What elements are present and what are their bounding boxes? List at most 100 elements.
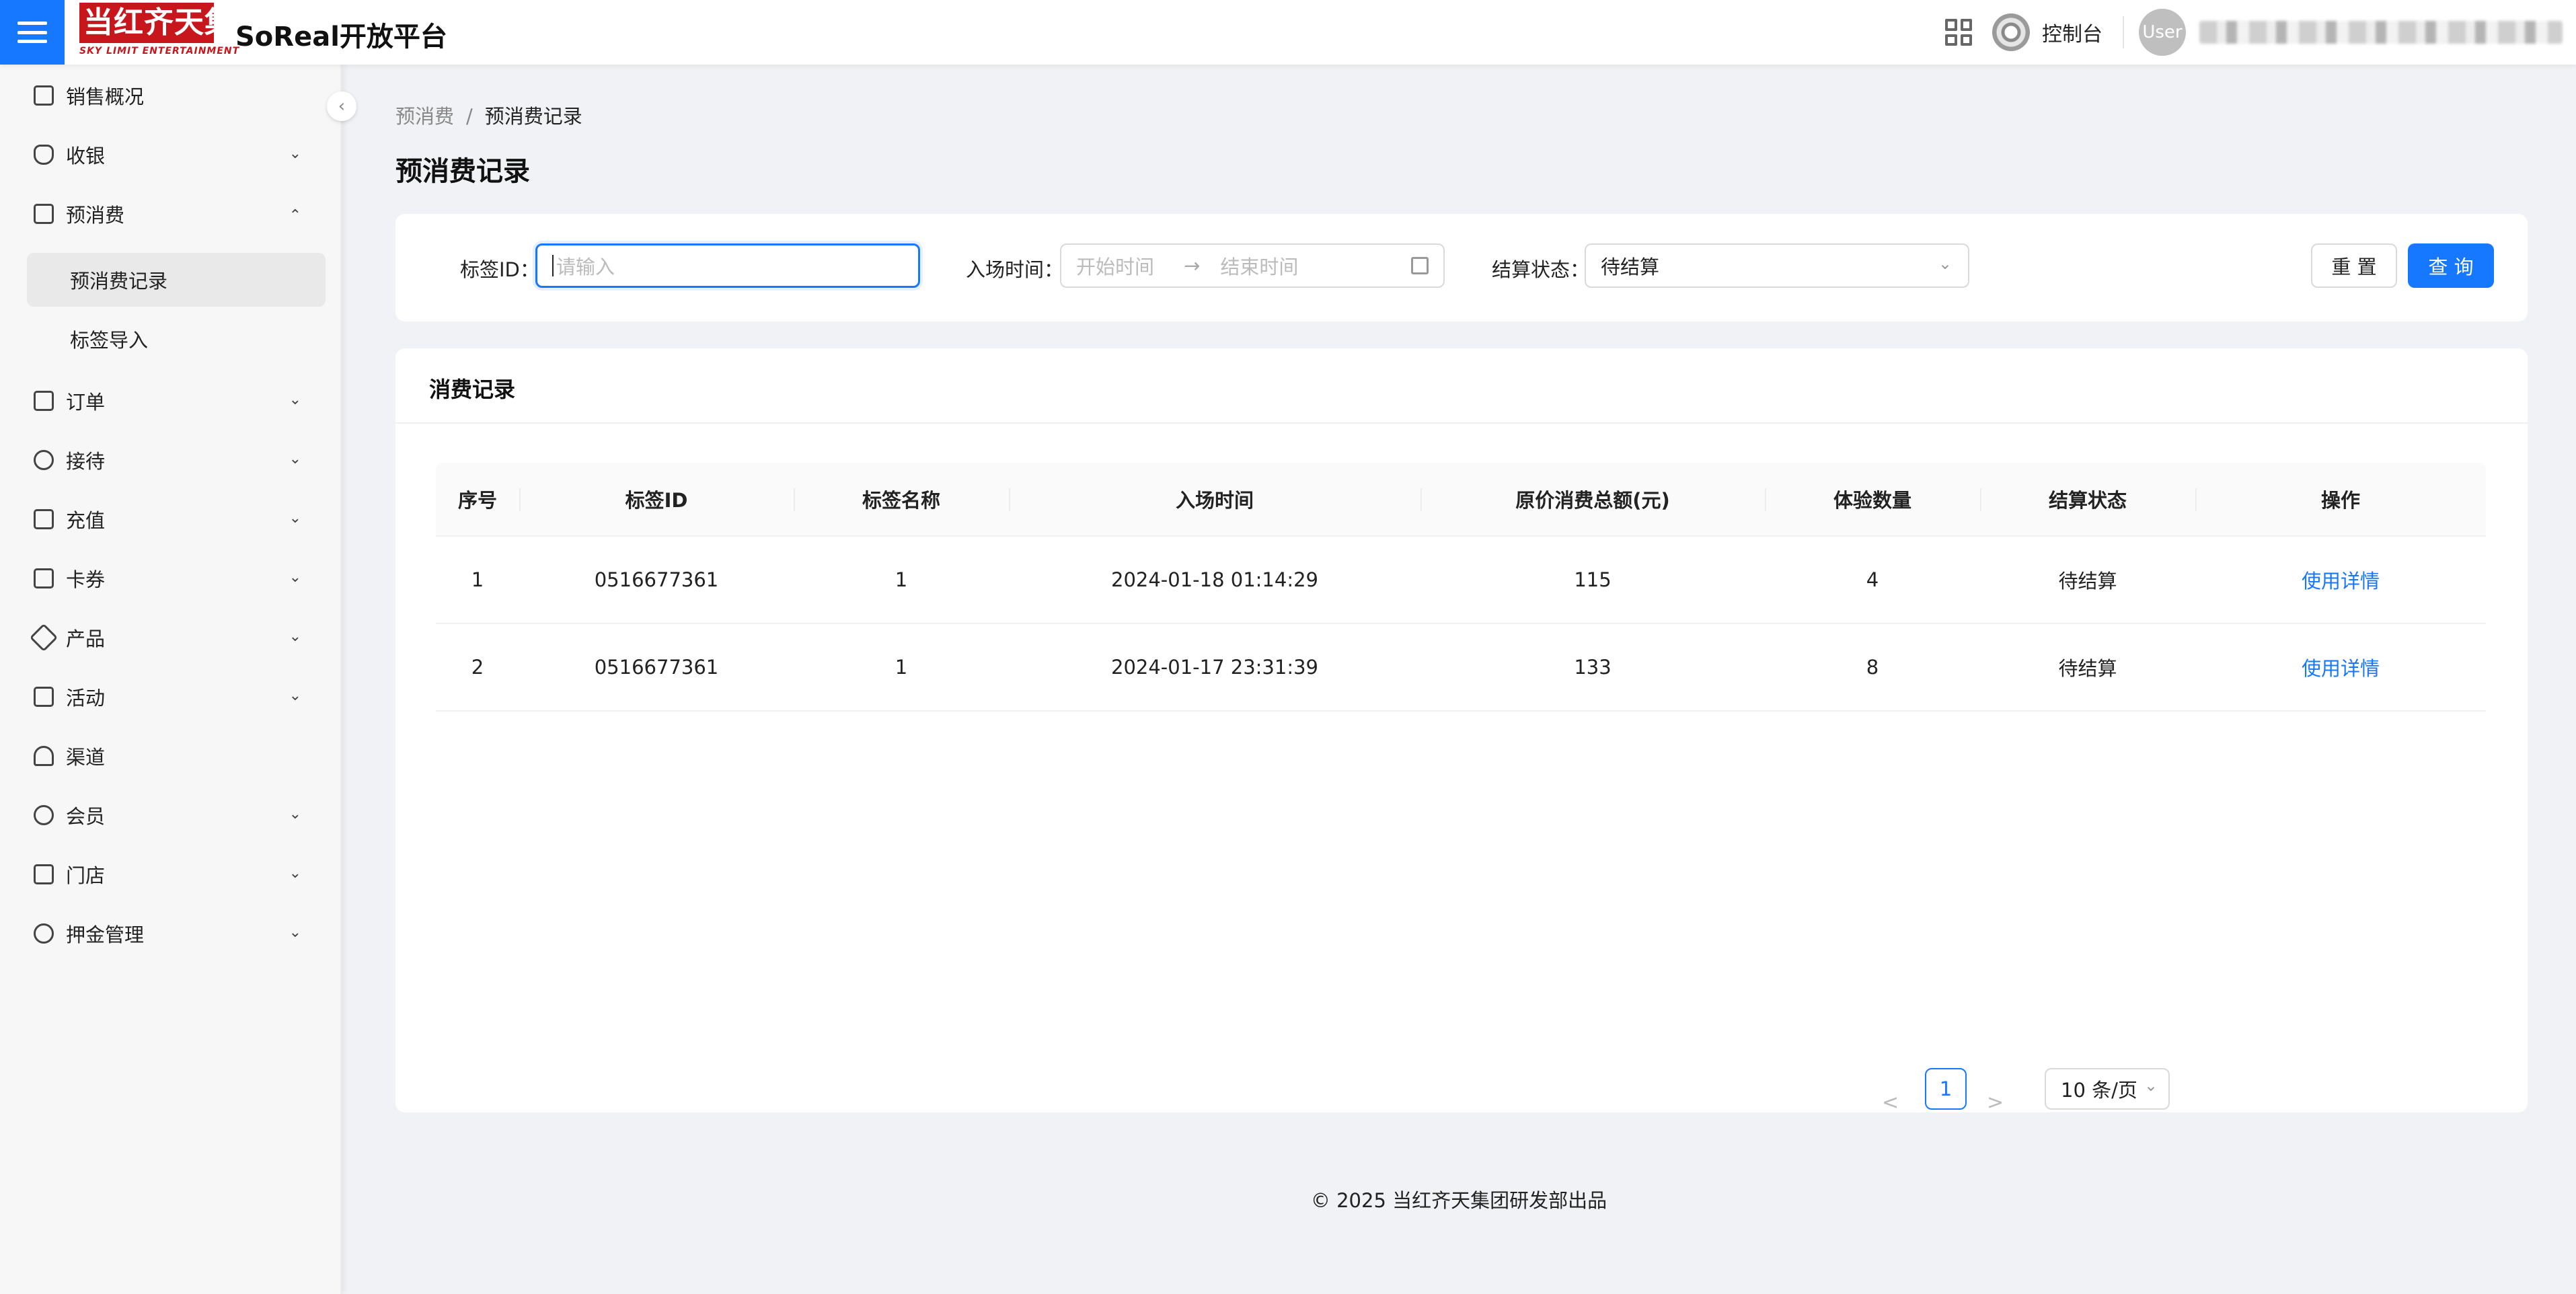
logo-subtitle: SKY LIMIT ENTERTAINMENT <box>79 46 240 56</box>
column-header: 结算状态 <box>1980 463 2195 535</box>
folder-open-icon <box>34 204 54 224</box>
column-header: 体验数量 <box>1765 463 1980 535</box>
header-actions: 控制台 User <box>1945 0 2576 65</box>
cell-amount: 115 <box>1574 568 1612 591</box>
cell-tag-name: 1 <box>895 656 908 679</box>
end-time-input[interactable]: 结束时间 <box>1220 252 1298 280</box>
blurred-username <box>2199 21 2563 44</box>
entry-time-label: 入场时间： <box>966 258 1064 281</box>
records-table: 序号 标签ID 标签名称 入场时间 原价消费总额(元) 体验数量 结算状态 操作… <box>436 463 2486 712</box>
cell-quantity: 4 <box>1866 568 1879 591</box>
sidebar-item-label: 预消费 <box>66 204 125 227</box>
header-divider <box>2123 16 2124 48</box>
prev-page-button[interactable]: < <box>1882 1091 1899 1114</box>
arrow-right-icon: → <box>1184 254 1201 277</box>
table-header: 序号 标签ID 标签名称 入场时间 原价消费总额(元) 体验数量 结算状态 操作 <box>436 463 2486 537</box>
chevron-down-icon: ⌄ <box>289 510 301 527</box>
sidebar-item-activities[interactable]: 活动 ⌄ <box>0 673 342 721</box>
page-title: 预消费记录 <box>395 156 530 187</box>
sidebar-item-label: 会员 <box>66 805 106 828</box>
tag-id-label: 标签ID： <box>460 258 539 281</box>
sidebar-item-coupons[interactable]: 卡券 ⌄ <box>0 554 342 603</box>
sidebar-item-label: 销售概况 <box>66 85 145 108</box>
text-caret <box>552 255 554 276</box>
cell-index: 2 <box>471 656 484 679</box>
tag-id-input[interactable]: 请输入 <box>535 243 920 288</box>
activity-icon <box>34 687 54 707</box>
column-header: 标签名称 <box>794 463 1009 535</box>
menu-toggle-button[interactable] <box>0 0 65 65</box>
breadcrumb-current: 预消费记录 <box>484 105 582 128</box>
sidebar-item-sales-overview[interactable]: 销售概况 <box>0 71 342 120</box>
breadcrumb-parent[interactable]: 预消费 <box>395 105 454 128</box>
sidebar-item-reception[interactable]: 接待 ⌄ <box>0 436 342 484</box>
file-icon <box>34 391 54 411</box>
sidebar-item-pre-consumption[interactable]: 预消费 ⌃ <box>0 190 342 238</box>
reset-button[interactable]: 重 置 <box>2311 243 2397 288</box>
user-menu[interactable]: User <box>2139 9 2576 56</box>
cell-entry-time: 2024-01-17 23:31:39 <box>1111 656 1318 679</box>
calendar-icon <box>1411 257 1429 274</box>
next-page-button[interactable]: > <box>1987 1091 2004 1114</box>
channel-icon <box>34 746 54 766</box>
status-select[interactable]: 待结算 ⌄ <box>1585 243 1969 288</box>
chevron-down-icon: ⌄ <box>289 924 301 941</box>
chevron-down-icon: ⌄ <box>289 628 301 645</box>
table-row: 1 0516677361 1 2024-01-18 01:14:29 115 4… <box>436 537 2486 624</box>
console-button[interactable]: 控制台 <box>1992 13 2103 51</box>
sidebar-item-label: 押金管理 <box>66 923 145 946</box>
sidebar-item-label: 门店 <box>66 864 106 887</box>
cell-entry-time: 2024-01-18 01:14:29 <box>1111 568 1318 591</box>
sidebar-item-channels[interactable]: 渠道 <box>0 732 342 780</box>
top-header: 当红齐天集团 SKY LIMIT ENTERTAINMENT SoReal开放平… <box>0 0 2576 65</box>
usage-detail-link[interactable]: 使用详情 <box>2302 653 2380 681</box>
query-button[interactable]: 查 询 <box>2408 243 2494 288</box>
sidebar-item-recharge[interactable]: 充值 ⌄ <box>0 495 342 543</box>
company-logo[interactable]: 当红齐天集团 SKY LIMIT ENTERTAINMENT <box>79 3 240 61</box>
sidebar-item-label: 活动 <box>66 687 106 710</box>
chevron-down-icon: ⌄ <box>289 687 301 704</box>
cell-status: 待结算 <box>2058 570 2117 593</box>
sidebar-item-label: 订单 <box>66 391 106 414</box>
deposit-icon <box>34 923 54 944</box>
card-divider <box>395 422 2528 424</box>
sidebar-item-label: 收银 <box>66 145 106 167</box>
page-1-button[interactable]: 1 <box>1925 1068 1967 1110</box>
chevron-down-icon: ⌄ <box>289 569 301 586</box>
sidebar-item-stores[interactable]: 门店 ⌄ <box>0 850 342 899</box>
sidebar-item-orders[interactable]: 订单 ⌄ <box>0 377 342 425</box>
usage-detail-link[interactable]: 使用详情 <box>2302 566 2380 594</box>
tag-id-placeholder: 请输入 <box>556 256 615 278</box>
member-icon <box>34 805 54 825</box>
hamburger-icon <box>17 22 47 43</box>
breadcrumb-separator: / <box>466 105 473 128</box>
chevron-down-icon: ⌄ <box>2144 1076 2158 1095</box>
console-label: 控制台 <box>2042 23 2103 46</box>
chevron-down-icon: ⌄ <box>289 391 301 408</box>
console-icon <box>1992 13 2030 51</box>
sidebar-item-members[interactable]: 会员 ⌄ <box>0 791 342 839</box>
records-card: 消费记录 序号 标签ID 标签名称 入场时间 原价消费总额(元) 体验数量 结算… <box>395 348 2528 1114</box>
sidebar-item-cashier[interactable]: 收银 ⌄ <box>0 130 342 179</box>
sidebar-collapse-button[interactable]: ‹ <box>327 91 356 121</box>
sidebar-item-deposit[interactable]: 押金管理 ⌄ <box>0 909 342 958</box>
sidebar-subitem-tag-import[interactable]: 标签导入 <box>27 312 326 366</box>
page-size-value: 10 条/页 <box>2061 1079 2137 1102</box>
qrcode-icon[interactable] <box>1945 19 1972 46</box>
main-content: 预消费 / 预消费记录 预消费记录 标签ID： 请输入 入场时间： 开始时间 → 结… <box>342 65 2576 1294</box>
sidebar-item-label: 接待 <box>66 450 106 473</box>
sidebar-subitem-pre-consumption-records[interactable]: 预消费记录 <box>27 253 326 307</box>
chart-icon <box>34 85 54 106</box>
chevron-down-icon: ⌄ <box>289 865 301 882</box>
chevron-down-icon: ⌄ <box>289 451 301 467</box>
column-header: 入场时间 <box>1009 463 1420 535</box>
start-time-input[interactable]: 开始时间 <box>1076 252 1154 280</box>
entry-time-range-picker[interactable]: 开始时间 → 结束时间 <box>1060 243 1445 288</box>
column-header: 标签ID <box>519 463 794 535</box>
chevron-down-icon: ⌄ <box>289 145 301 162</box>
card-title: 消费记录 <box>429 377 516 402</box>
sidebar-item-products[interactable]: 产品 ⌄ <box>0 613 342 662</box>
user-icon <box>34 450 54 470</box>
column-header: 序号 <box>457 489 497 512</box>
page-size-select[interactable]: 10 条/页 ⌄ <box>2045 1068 2170 1110</box>
